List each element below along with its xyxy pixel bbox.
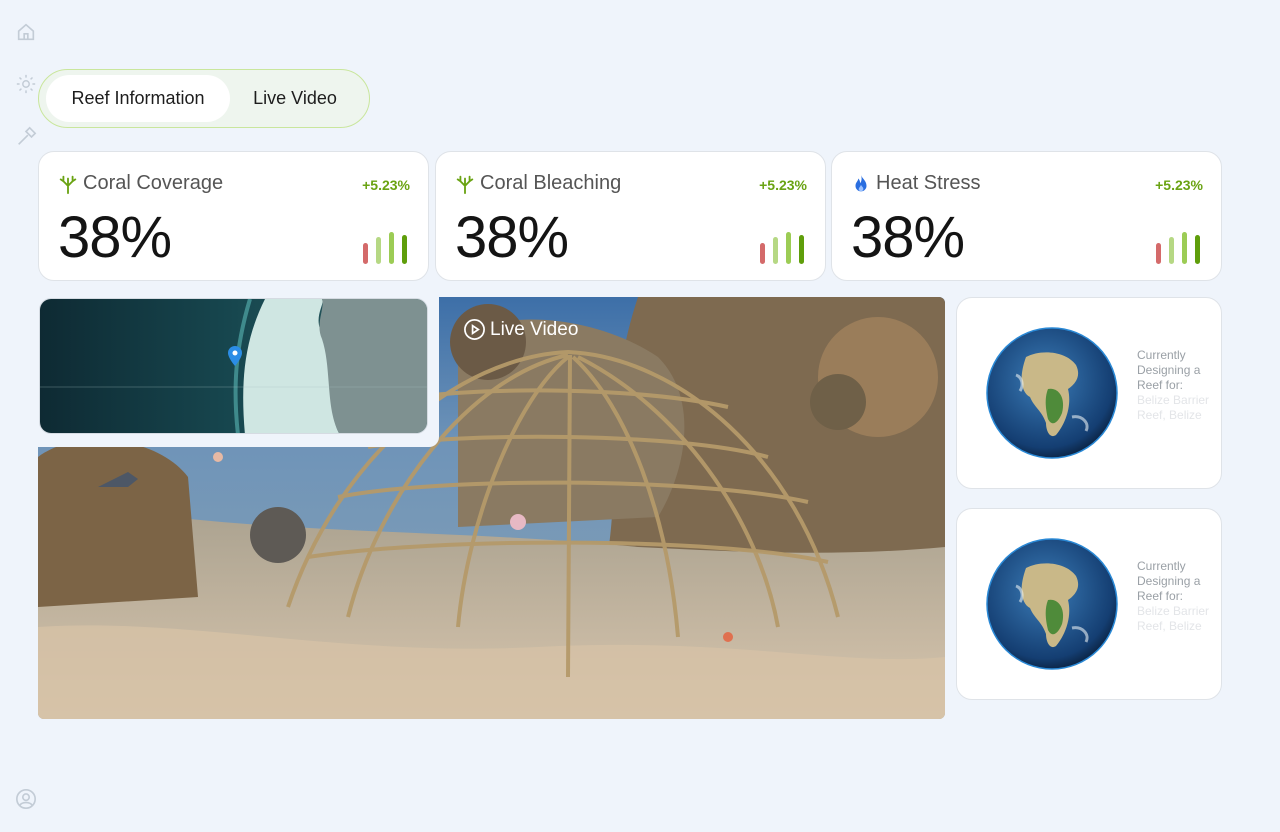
tab-reef-information[interactable]: Reef Information <box>46 75 230 122</box>
reef-design-card[interactable]: Currently Designing a Reef for: Belize B… <box>956 508 1222 700</box>
hammer-icon[interactable] <box>14 125 38 149</box>
view-tabs: Reef Information Live Video <box>38 69 370 128</box>
stat-value: 38% <box>58 205 172 270</box>
play-icon[interactable] <box>463 318 486 341</box>
flame-icon <box>855 174 867 191</box>
trend-bars-icon <box>363 232 407 264</box>
live-video-text: Live Video <box>490 318 579 340</box>
design-location: Belize Barrier Reef, Belize <box>1137 393 1210 422</box>
user-icon[interactable] <box>14 787 38 811</box>
reef-design-card[interactable]: Currently Designing a Reef for: Belize B… <box>956 297 1222 489</box>
stat-delta: +5.23% <box>362 177 410 193</box>
stat-value: 38% <box>851 205 965 270</box>
stat-card-heat-stress: Heat Stress +5.23% 38% <box>831 151 1222 281</box>
globe-icon <box>986 538 1118 670</box>
design-location: Belize Barrier Reef, Belize <box>1137 604 1210 633</box>
stat-label: Heat Stress <box>876 172 981 194</box>
stat-label: Coral Coverage <box>83 172 224 194</box>
coral-icon <box>59 175 77 194</box>
stat-delta: +5.23% <box>1155 177 1203 193</box>
gear-icon[interactable] <box>14 72 38 96</box>
stat-delta: +5.23% <box>759 177 807 193</box>
globe-icon <box>986 327 1118 459</box>
stat-label: Coral Bleaching <box>480 172 622 194</box>
trend-bars-icon <box>760 232 804 264</box>
stat-card-coral-bleaching: Coral Bleaching +5.23% 38% <box>435 151 826 281</box>
stat-card-coral-coverage: Coral Coverage +5.23% 38% <box>38 151 429 281</box>
map-pin-icon <box>228 346 242 366</box>
reef-location-map[interactable] <box>39 298 428 434</box>
trend-bars-icon <box>1156 232 1200 264</box>
live-video-label: Live Video <box>463 318 578 341</box>
design-caption: Currently Designing a Reef for: <box>1137 559 1201 603</box>
design-caption: Currently Designing a Reef for: <box>1137 348 1201 392</box>
coral-icon <box>456 175 474 194</box>
stat-value: 38% <box>455 205 569 270</box>
home-icon[interactable] <box>14 20 38 44</box>
tab-live-video[interactable]: Live Video <box>230 75 360 122</box>
